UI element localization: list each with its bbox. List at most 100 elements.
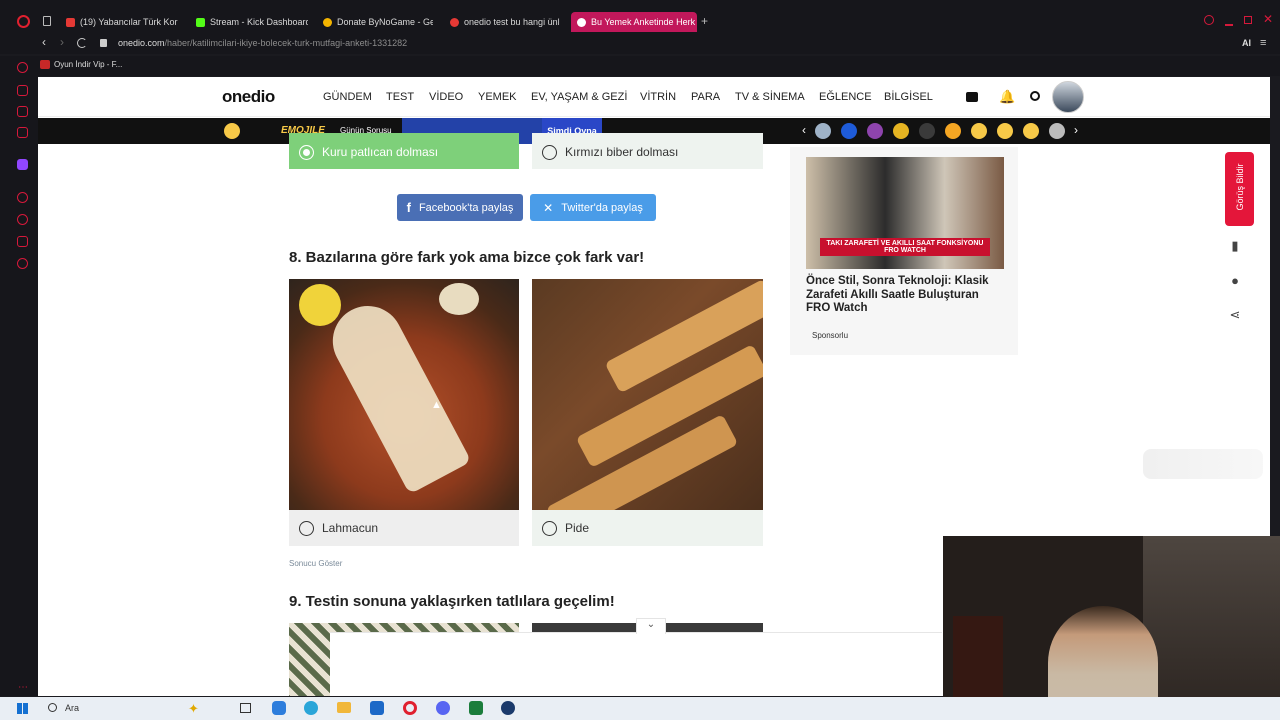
emoji-category-icon[interactable] xyxy=(971,123,987,139)
sidebar-workspace-icon[interactable] xyxy=(17,85,28,96)
site-logo[interactable]: onedio xyxy=(222,87,275,107)
nav-tv-sinema[interactable]: TV & SİNEMA xyxy=(735,91,805,103)
nav-video[interactable]: VİDEO xyxy=(429,91,463,103)
file-explorer-icon[interactable] xyxy=(337,702,351,713)
nav-eglence[interactable]: EĞLENCE xyxy=(819,91,872,103)
opera-taskbar-icon[interactable] xyxy=(403,701,417,715)
option-lahmacun[interactable]: Lahmacun xyxy=(289,510,519,546)
nav-para[interactable]: PARA xyxy=(691,91,720,103)
twitch-icon[interactable] xyxy=(17,159,28,170)
prev-option[interactable]: Kırmızı biber dolması xyxy=(532,133,763,169)
tab-onedio-active[interactable]: Bu Yemek Anketinde Herk xyxy=(571,12,697,32)
search-icon[interactable] xyxy=(1030,91,1040,101)
avatar[interactable] xyxy=(1052,81,1084,113)
sidebar-extensions-icon[interactable] xyxy=(17,236,28,247)
nav-vitrin[interactable]: VİTRİN xyxy=(640,91,676,103)
store-icon[interactable] xyxy=(370,701,384,715)
prev-option-selected[interactable]: Kuru patlıcan dolması xyxy=(289,133,519,169)
menu-icon[interactable]: ≡ xyxy=(1260,37,1266,49)
new-tab-icon[interactable]: + xyxy=(701,14,708,28)
reload-icon[interactable] xyxy=(77,38,87,48)
option-pide[interactable]: Pide xyxy=(532,510,763,546)
tab-kick[interactable]: Stream - Kick Dashboard xyxy=(196,12,308,32)
tab-bynogame[interactable]: Donate ByNoGame - Gele xyxy=(323,12,433,32)
opera-logo-icon[interactable] xyxy=(17,15,30,28)
emoji-category-icon[interactable] xyxy=(893,123,909,139)
search-tabs-icon[interactable] xyxy=(1204,15,1214,25)
bell-icon[interactable]: 🔔 xyxy=(999,89,1015,105)
emoji-category-icon[interactable] xyxy=(841,123,857,139)
twitter-share-button[interactable]: ✕ Twitter'da paylaş xyxy=(530,194,656,221)
url-field[interactable]: onedio.com/haber/katilimcilari-ikiye-bol… xyxy=(118,38,407,48)
edge-icon[interactable] xyxy=(304,701,318,715)
bookmarks-bar: Oyun İndir Vip - F... xyxy=(0,56,1280,76)
emoji-category-icon[interactable] xyxy=(945,123,961,139)
close-window-icon[interactable]: ✕ xyxy=(1263,12,1273,26)
ad-banner-image[interactable]: TAKI ZARAFETİ VE AKILLI SAAT FONKSİYONU … xyxy=(806,157,1004,269)
lock-icon xyxy=(100,39,107,47)
sidebar-player-icon[interactable] xyxy=(17,106,28,117)
promo-next-icon[interactable]: › xyxy=(1074,123,1078,137)
forward-icon[interactable]: › xyxy=(60,35,64,49)
sidebar-more-icon[interactable]: ⋯ xyxy=(18,682,28,693)
nav-bilgisel[interactable]: BİLGİSEL xyxy=(884,91,933,103)
task-view-icon[interactable] xyxy=(240,703,251,713)
tab-page-icon[interactable] xyxy=(43,16,51,26)
emoji-category-icon[interactable] xyxy=(997,123,1013,139)
ad-title[interactable]: Önce Stil, Sonra Teknoloji: Klasik Zaraf… xyxy=(806,275,1002,316)
tab-youtube[interactable]: (19) Yabancılar Türk Korku xyxy=(66,12,178,32)
taskbar-search-icon[interactable] xyxy=(48,703,57,712)
comments-icon[interactable]: ● xyxy=(1226,271,1244,289)
ad-collapse-button[interactable]: ⌄ xyxy=(636,618,666,634)
nav-gundem[interactable]: GÜNDEM xyxy=(323,91,372,103)
bynogame-icon xyxy=(323,17,332,27)
copilot-icon[interactable]: ✦ xyxy=(188,701,199,717)
sponsored-card[interactable]: TAKI ZARAFETİ VE AKILLI SAAT FONKSİYONU … xyxy=(790,147,1018,355)
steam-icon[interactable] xyxy=(501,701,515,715)
kick-app-icon[interactable] xyxy=(469,701,483,715)
facebook-share-button[interactable]: f Facebook'ta paylaş xyxy=(397,194,523,221)
lahmacun-image[interactable] xyxy=(289,279,519,510)
nav-ev-yasam-gezi[interactable]: EV, YAŞAM & GEZİ xyxy=(531,91,627,103)
ai-label[interactable]: AI xyxy=(1242,38,1251,48)
opera-sidebar: ⋯ xyxy=(0,56,38,696)
bookmark-icon[interactable]: ▮ xyxy=(1226,237,1244,255)
taskbar-search[interactable]: Ara xyxy=(65,703,79,713)
sidebar-messenger-icon[interactable] xyxy=(17,127,28,138)
address-bar: ‹ › onedio.com/haber/katilimcilari-ikiye… xyxy=(0,34,1280,54)
back-icon[interactable]: ‹ xyxy=(42,35,46,49)
bookmark-favicon-icon xyxy=(40,60,50,69)
emoji-category-icon[interactable] xyxy=(919,123,935,139)
minimize-icon[interactable] xyxy=(1225,24,1233,26)
windows-taskbar: Ara ✦ xyxy=(0,697,1280,720)
bottom-ad-slot[interactable] xyxy=(330,632,942,696)
feedback-button[interactable]: Görüş Bildir xyxy=(1225,152,1254,226)
tab-yandex[interactable]: onedio test bu hangi ünl xyxy=(450,12,560,32)
restore-icon[interactable] xyxy=(1244,16,1252,24)
discord-icon[interactable] xyxy=(436,701,450,715)
emoji-category-icon[interactable] xyxy=(867,123,883,139)
emoji-category-icon[interactable] xyxy=(1023,123,1039,139)
chat-icon[interactable] xyxy=(966,92,978,102)
feedback-label: Görüş Bildir xyxy=(1235,163,1245,211)
sidebar-aria-icon[interactable] xyxy=(17,62,28,73)
bookmark-item[interactable]: Oyun İndir Vip - F... xyxy=(40,60,122,69)
emoji-carousel xyxy=(815,123,1065,139)
share-icon[interactable]: ⋖ xyxy=(1226,306,1244,324)
sidebar-pinboard-icon[interactable] xyxy=(17,192,28,203)
emoji-category-icon[interactable] xyxy=(1049,123,1065,139)
show-result-link[interactable]: Sonucu Göster xyxy=(289,559,342,568)
sidebar-history-icon[interactable] xyxy=(17,214,28,225)
cursor-icon: ▲ xyxy=(431,399,442,411)
pide-image[interactable] xyxy=(532,279,763,510)
emoji-icon[interactable] xyxy=(224,123,240,139)
nav-yemek[interactable]: YEMEK xyxy=(478,91,517,103)
windows-start-icon[interactable] xyxy=(17,703,28,714)
ad-banner-brand: FRO WATCH xyxy=(884,247,926,254)
photos-app-icon[interactable] xyxy=(272,701,286,715)
promo-prev-icon[interactable]: ‹ xyxy=(802,123,806,137)
nav-test[interactable]: TEST xyxy=(386,91,414,103)
sidebar-settings-icon[interactable] xyxy=(17,258,28,269)
chevron-down-icon: ⌄ xyxy=(646,619,656,630)
emoji-category-icon[interactable] xyxy=(815,123,831,139)
